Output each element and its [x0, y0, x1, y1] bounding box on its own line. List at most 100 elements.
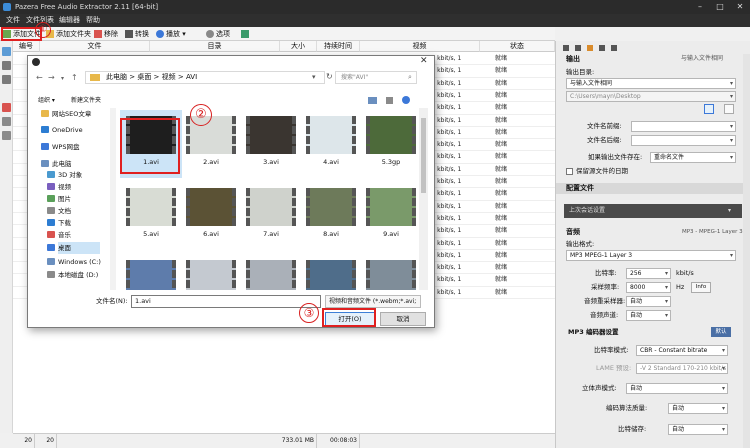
tab-list-icon[interactable] [611, 45, 617, 51]
quality-select[interactable]: 自动 [668, 403, 728, 414]
maximize-icon[interactable]: □ [710, 0, 730, 14]
col-header-number[interactable]: 编号 [13, 41, 40, 52]
file-item[interactable]: 3.avi [240, 110, 302, 178]
file-item[interactable]: 5.3gp [360, 110, 418, 178]
config-dropdown-icon[interactable]: ▾ [728, 204, 731, 218]
config-select[interactable]: 上次会话设置 [564, 204, 742, 218]
config-section-header[interactable]: 配置文件 [556, 183, 743, 194]
nav-item[interactable]: 本地磁盘 (D:) [47, 269, 98, 281]
deselect-icon[interactable] [2, 75, 11, 84]
preview-pane-icon[interactable] [386, 97, 393, 104]
nav-item[interactable]: 文档 [47, 205, 71, 217]
default-button[interactable]: 默认 [711, 327, 731, 337]
search-input[interactable]: 搜索"AVI" [335, 71, 417, 84]
dialog-close-icon[interactable]: ✕ [420, 56, 428, 66]
play-button[interactable]: 播放 ▾ [155, 28, 186, 40]
menu-help[interactable]: 帮助 [86, 14, 100, 27]
nav-item[interactable]: 音乐 [47, 229, 71, 241]
output-path-input[interactable]: C:\Users\mayn\Desktop [566, 91, 736, 102]
info-button[interactable]: Info [691, 282, 711, 293]
nav-item[interactable]: 图片 [47, 193, 71, 205]
file-item[interactable]: 2.avi [180, 110, 242, 178]
tab-tags-icon[interactable] [599, 45, 605, 51]
view-mode-icon[interactable] [368, 97, 377, 104]
nav-item[interactable]: Windows (C:) [47, 256, 101, 268]
file-item[interactable]: 8.avi [300, 182, 362, 250]
exists-select[interactable]: 重命名文件 [650, 152, 736, 163]
stereo-select[interactable]: 自动 [626, 383, 728, 394]
refresh-icon[interactable]: ↻ [326, 72, 333, 81]
up-icon[interactable] [2, 117, 11, 126]
forward-icon[interactable]: → [48, 73, 55, 82]
organize-button[interactable]: 组织 ▾ [38, 94, 55, 107]
filename-input[interactable]: 1.avi [131, 295, 321, 308]
nav-item[interactable]: OneDrive [41, 124, 83, 136]
file-item[interactable]: 5.avi [120, 182, 182, 250]
file-item[interactable]: 11.avi [180, 254, 242, 290]
output-section-header[interactable]: 输出 [556, 54, 636, 65]
col-header-status[interactable]: 状态 [480, 41, 555, 52]
delete-icon[interactable] [2, 103, 11, 112]
address-dropdown-icon[interactable]: ▾ [312, 73, 316, 81]
suffix-input[interactable] [631, 135, 736, 146]
nav-item[interactable]: 网站SEO文章 [41, 108, 91, 120]
close-icon[interactable]: ✕ [730, 0, 750, 14]
remove-button[interactable]: 移除 [93, 28, 118, 40]
address-bar[interactable]: 此电脑 > 桌面 > 视频 > AVI [85, 71, 325, 84]
up-folder-icon[interactable]: ↑ [71, 73, 78, 82]
help-icon[interactable] [402, 96, 410, 104]
col-header-video[interactable]: 视频 [360, 41, 480, 52]
browse-folder-icon[interactable] [704, 104, 714, 114]
new-folder-button[interactable]: 新建文件夹 [71, 94, 101, 107]
pin-button[interactable] [240, 28, 254, 40]
lame-select[interactable]: -V 2 Standard 170-210 kbit/s [636, 363, 728, 374]
nav-item[interactable]: 3D 对象 [47, 169, 82, 181]
keep-date-checkbox[interactable] [566, 168, 573, 175]
file-item[interactable]: 7.avi [240, 182, 302, 250]
file-item[interactable]: 6.avi [180, 182, 242, 250]
file-type-select[interactable]: 视频和音频文件 (*.webm;*.avi; [325, 295, 421, 308]
tab-audio-icon[interactable] [587, 45, 593, 51]
back-icon[interactable]: ← [36, 73, 43, 82]
nav-item[interactable]: WPS网盘 [41, 141, 79, 153]
file-item[interactable]: 12.avi [240, 254, 302, 290]
scroll-thumb[interactable] [421, 118, 426, 193]
options-button[interactable]: 选项 [205, 28, 230, 40]
prefix-input[interactable] [631, 121, 736, 132]
col-header-duration[interactable]: 持续时间 [317, 41, 360, 52]
nav-item[interactable]: 桌面 [47, 242, 100, 254]
convert-button[interactable]: 转换 [124, 28, 149, 40]
menu-editor[interactable]: 编辑器 [59, 14, 80, 27]
add-folder-button[interactable]: 添加文件夹 [45, 28, 91, 40]
file-item[interactable]: 9.avi [360, 182, 418, 250]
resampler-select[interactable]: 自动 [626, 296, 671, 307]
tab-general-icon[interactable] [563, 45, 569, 51]
ratemode-select[interactable]: CBR - Constant bitrate [636, 345, 728, 356]
samplerate-select[interactable]: 8000 [626, 282, 671, 293]
file-item[interactable]: 10.avi [120, 254, 182, 290]
menu-file[interactable]: 文件 [6, 14, 20, 27]
channels-select[interactable]: 自动 [626, 310, 671, 321]
settings-scrollbar[interactable] [743, 54, 750, 448]
nav-item[interactable]: 视频 [47, 181, 71, 193]
options-dropdown-icon[interactable] [724, 104, 734, 114]
format-select[interactable]: MP3 MPEG-1 Layer 3 [566, 250, 736, 261]
file-item[interactable]: 4.avi [300, 110, 362, 178]
bitrate-select[interactable]: 256 [626, 268, 671, 279]
file-item[interactable]: 14.avi [360, 254, 418, 290]
minimize-icon[interactable]: – [690, 0, 710, 14]
reservoir-select[interactable]: 自动 [668, 424, 728, 435]
nav-scrollbar[interactable] [110, 108, 116, 290]
output-dir-select[interactable]: 与输入文件相同 [566, 78, 736, 89]
nav-item[interactable]: 下载 [47, 217, 71, 229]
col-header-size[interactable]: 大小 [280, 41, 317, 52]
file-item[interactable]: 13.avi [300, 254, 362, 290]
tab-file-icon[interactable] [575, 45, 581, 51]
cancel-button[interactable]: 取消 [380, 312, 426, 326]
col-header-file[interactable]: 文件 [40, 41, 150, 52]
file-view-scrollbar[interactable] [419, 108, 428, 290]
col-header-directory[interactable]: 目录 [150, 41, 280, 52]
list-icon[interactable] [2, 47, 11, 56]
down-icon[interactable] [2, 131, 11, 140]
audio-section-header[interactable]: 音频 [556, 227, 646, 238]
